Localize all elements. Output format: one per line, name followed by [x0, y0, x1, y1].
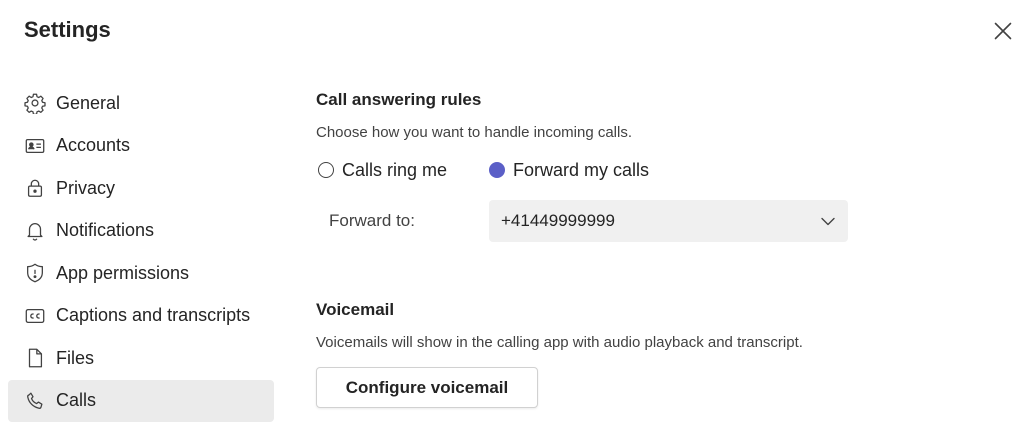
sidebar-item-accounts[interactable]: Accounts [8, 125, 274, 168]
voicemail-section: Voicemail Voicemails will show in the ca… [316, 300, 876, 408]
sidebar-item-label: Accounts [56, 135, 131, 156]
forward-to-label: Forward to: [329, 211, 415, 230]
sidebar-item-privacy[interactable]: Privacy [8, 167, 274, 210]
forward-to-dropdown[interactable]: +41449999999 [489, 200, 848, 242]
forward-to-value: +41449999999 [501, 211, 615, 230]
voicemail-title: Voicemail [316, 300, 395, 319]
sidebar-item-calls[interactable]: Calls [8, 379, 274, 422]
calls-ring-me-radio[interactable]: Calls ring me [316, 160, 447, 181]
call-answering-title: Call answering rules [316, 90, 482, 109]
radio-label: Calls ring me [342, 159, 448, 180]
calls-settings-panel: Call answering rules Choose how you want… [316, 90, 876, 408]
phone-icon [24, 390, 46, 412]
contact-card-icon [24, 135, 46, 157]
configure-voicemail-button[interactable]: Configure voicemail [316, 367, 538, 408]
close-icon [994, 22, 1012, 40]
chevron-down-icon [821, 217, 835, 226]
sidebar-item-notifications[interactable]: Notifications [8, 210, 274, 253]
sidebar-item-label: Privacy [56, 177, 116, 198]
voicemail-description: Voicemails will show in the calling app … [316, 334, 803, 351]
close-button[interactable] [988, 16, 1018, 46]
forward-my-calls-radio[interactable]: Forward my calls [487, 160, 649, 181]
sidebar-item-label: Calls [56, 390, 97, 411]
settings-dialog: Settings General Accounts Privacy Notifi… [0, 0, 1024, 430]
radio-checked-icon [489, 162, 506, 178]
forward-to-row: Forward to: +41449999999 [316, 200, 876, 242]
radio-label: Forward my calls [513, 159, 650, 180]
sidebar-item-label: Files [56, 347, 95, 368]
sidebar-item-files[interactable]: Files [8, 337, 274, 380]
call-answering-options: Calls ring me Forward my calls [316, 157, 876, 183]
lock-icon [24, 177, 46, 199]
sidebar-item-general[interactable]: General [8, 82, 274, 125]
gear-icon [24, 92, 46, 115]
bell-icon [24, 220, 46, 242]
radio-unchecked-icon [318, 162, 334, 178]
sidebar-item-label: Captions and transcripts [56, 305, 251, 326]
closed-captions-icon [24, 305, 46, 327]
sidebar-item-captions[interactable]: Captions and transcripts [8, 295, 274, 338]
call-answering-description: Choose how you want to handle incoming c… [316, 124, 633, 141]
sidebar-item-label: App permissions [56, 262, 190, 283]
settings-sidebar: General Accounts Privacy Notifications A… [8, 82, 274, 422]
shield-icon [24, 262, 46, 284]
sidebar-item-app-permissions[interactable]: App permissions [8, 252, 274, 295]
sidebar-item-label: Notifications [56, 220, 155, 241]
sidebar-item-label: General [56, 92, 121, 113]
document-icon [24, 347, 46, 369]
dialog-title: Settings [24, 17, 111, 42]
